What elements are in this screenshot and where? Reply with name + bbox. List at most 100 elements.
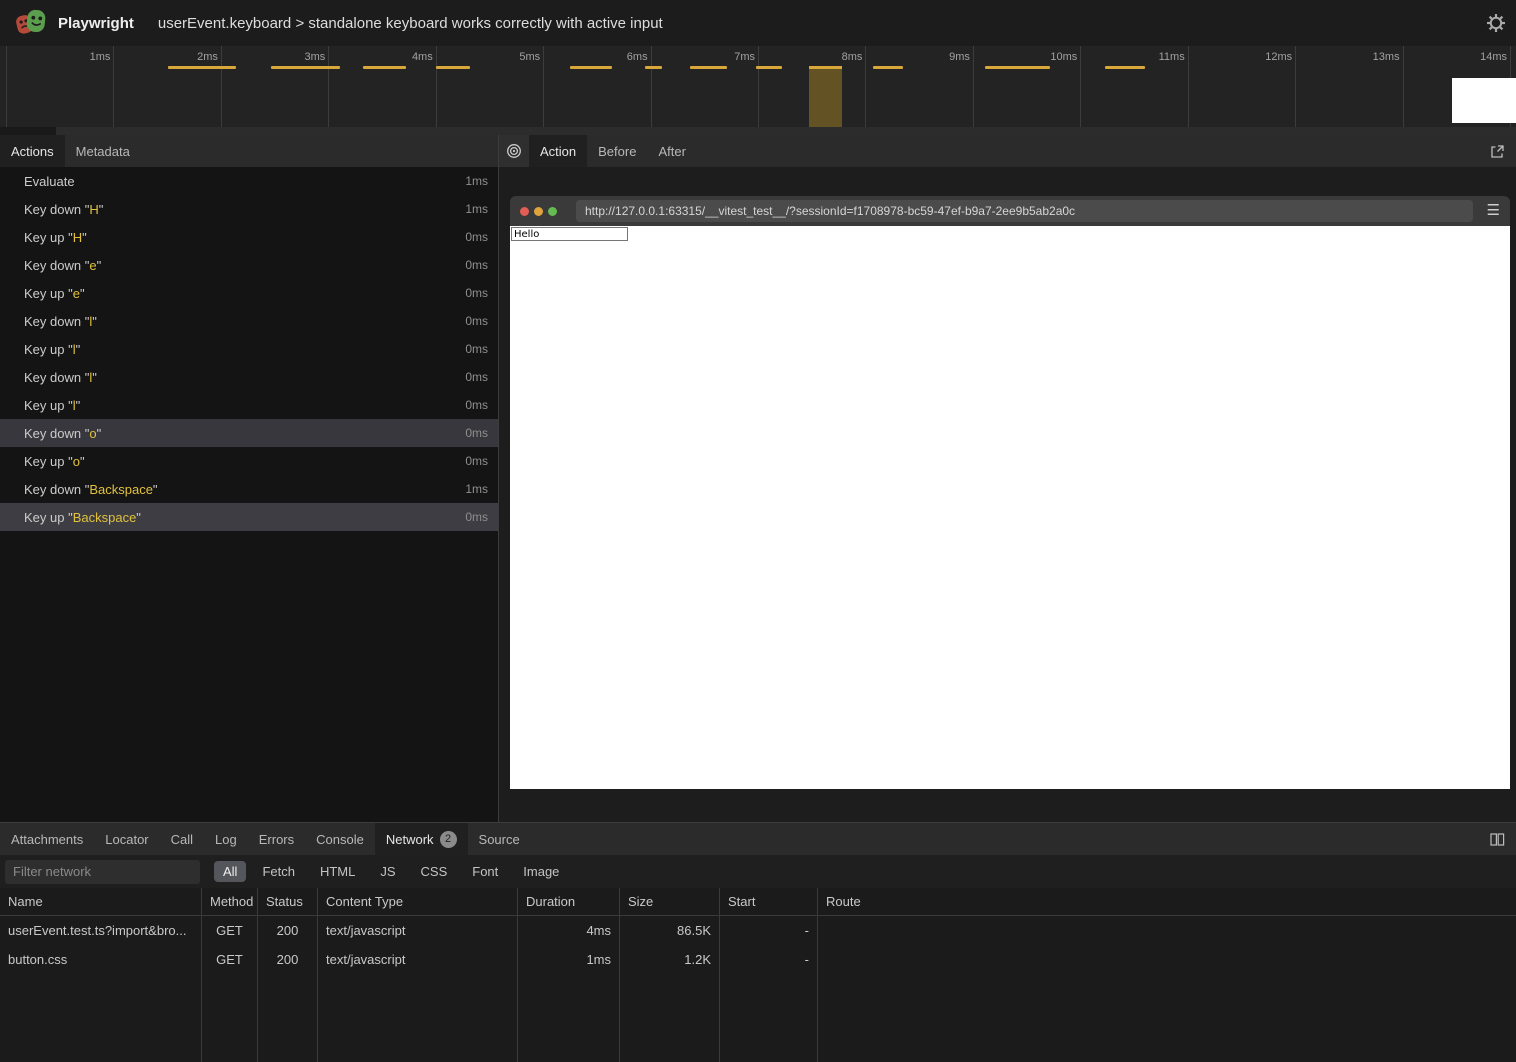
timeline-action-mark[interactable] [756,66,782,69]
network-cell[interactable]: 200 [258,945,317,974]
network-table: NameuserEvent.test.ts?import&bro...butto… [0,888,1516,1062]
network-cell[interactable] [818,945,1516,974]
timeline-selected-action-bar[interactable] [809,66,842,127]
details-panel: Attachments LocatorCallLogErrorsConsoleN… [0,822,1516,1062]
timeline-tick-label: 4ms [412,51,436,63]
action-row[interactable]: Key down "e"0ms [0,251,498,279]
timeline-action-mark[interactable] [570,66,612,69]
snapshot-tabs: ActionBeforeAfter [529,135,697,167]
timeline-action-mark[interactable] [436,66,470,69]
toggle-columns-layout-icon[interactable] [1486,828,1508,850]
network-cell[interactable]: userEvent.test.ts?import&bro... [0,916,201,945]
timeline-action-mark[interactable] [363,66,406,69]
network-column-header[interactable]: Start [720,888,817,916]
tab-action[interactable]: Action [529,135,587,167]
tab-after[interactable]: After [647,135,696,167]
action-key-value: l [89,314,92,329]
timeline-gridline [543,46,544,127]
action-row[interactable]: Key down "o"0ms [0,419,498,447]
network-cell[interactable]: 1ms [518,945,619,974]
network-cell[interactable]: button.css [0,945,201,974]
action-label: Key up "l" [24,342,465,357]
action-duration: 0ms [465,454,488,468]
resource-filter-js[interactable]: JS [371,861,404,882]
network-column-header[interactable]: Method [202,888,257,916]
network-column-header[interactable]: Duration [518,888,619,916]
tab-locator[interactable]: Locator [94,823,159,855]
network-cell[interactable]: 86.5K [620,916,719,945]
network-cell[interactable]: 200 [258,916,317,945]
action-row[interactable]: Key up "H"0ms [0,223,498,251]
settings-gear-icon[interactable] [1486,13,1506,33]
action-duration: 0ms [465,286,488,300]
action-row[interactable]: Key down "Backspace"1ms [0,475,498,503]
timeline[interactable]: 1ms2ms3ms4ms5ms6ms7ms8ms9ms10ms11ms12ms1… [0,46,1516,127]
network-cell[interactable]: GET [202,945,257,974]
timeline-action-mark[interactable] [873,66,903,69]
tab-metadata[interactable]: Metadata [65,135,141,167]
tab-before[interactable]: Before [587,135,647,167]
timeline-action-mark[interactable] [271,66,340,69]
network-cell[interactable]: 1.2K [620,945,719,974]
network-cell[interactable]: - [720,945,817,974]
pick-locator-target-icon[interactable] [499,135,529,167]
action-label: Key down "l" [24,370,465,385]
resource-filter-image[interactable]: Image [514,861,568,882]
network-column-size: Size86.5K1.2K [620,888,720,1062]
action-row[interactable]: Key down "l"0ms [0,363,498,391]
action-key-value: o [89,426,96,441]
tab-log[interactable]: Log [204,823,248,855]
action-row[interactable]: Key down "l"0ms [0,307,498,335]
network-column-header[interactable]: Content Type [318,888,517,916]
network-cell[interactable]: GET [202,916,257,945]
tab-call[interactable]: Call [160,823,204,855]
network-column-header[interactable]: Status [258,888,317,916]
timeline-action-mark[interactable] [690,66,727,69]
timeline-action-mark[interactable] [1105,66,1145,69]
network-cell[interactable]: 4ms [518,916,619,945]
resource-filter-css[interactable]: CSS [412,861,457,882]
action-row[interactable]: Key up "l"0ms [0,335,498,363]
action-duration: 1ms [465,482,488,496]
timeline-gridline [113,46,114,127]
network-cell[interactable]: text/javascript [318,916,517,945]
resource-filter-font[interactable]: Font [463,861,507,882]
action-key-value: l [89,370,92,385]
resource-filter-html[interactable]: HTML [311,861,364,882]
action-row[interactable]: Key up "Backspace"0ms [0,503,498,531]
tab-network[interactable]: Network2 [375,823,468,855]
timeline-scroll-strip[interactable] [0,127,1516,135]
open-snapshot-external-icon[interactable] [1486,140,1508,162]
timeline-tick-label: 3ms [305,51,329,63]
timeline-gridline [758,46,759,127]
tab-actions[interactable]: Actions [0,135,65,167]
tab-attachments[interactable]: Attachments [0,823,94,855]
network-column-header[interactable]: Route [818,888,1516,916]
timeline-gridline [1188,46,1189,127]
timeline-action-mark[interactable] [645,66,662,69]
network-column-header[interactable]: Name [0,888,201,916]
timeline-action-mark[interactable] [168,66,236,69]
action-row[interactable]: Key down "H"1ms [0,195,498,223]
action-label: Evaluate [24,174,465,189]
network-cell[interactable]: - [720,916,817,945]
tab-console[interactable]: Console [305,823,375,855]
tab-errors[interactable]: Errors [248,823,305,855]
action-row[interactable]: Key up "e"0ms [0,279,498,307]
timeline-screenshot-thumbnail[interactable] [1452,78,1516,123]
timeline-scroll-segment [0,127,56,135]
timeline-gridline [1080,46,1081,127]
tab-source[interactable]: Source [468,823,531,855]
timeline-gridline [1295,46,1296,127]
action-row[interactable]: Evaluate1ms [0,167,498,195]
resource-filter-fetch[interactable]: Fetch [253,861,304,882]
action-label: Key up "o" [24,454,465,469]
network-filter-input[interactable] [5,860,200,884]
timeline-action-mark[interactable] [985,66,1050,69]
network-cell[interactable] [818,916,1516,945]
resource-filter-all[interactable]: All [214,861,246,882]
action-row[interactable]: Key up "o"0ms [0,447,498,475]
network-column-header[interactable]: Size [620,888,719,916]
action-row[interactable]: Key up "l"0ms [0,391,498,419]
network-cell[interactable]: text/javascript [318,945,517,974]
